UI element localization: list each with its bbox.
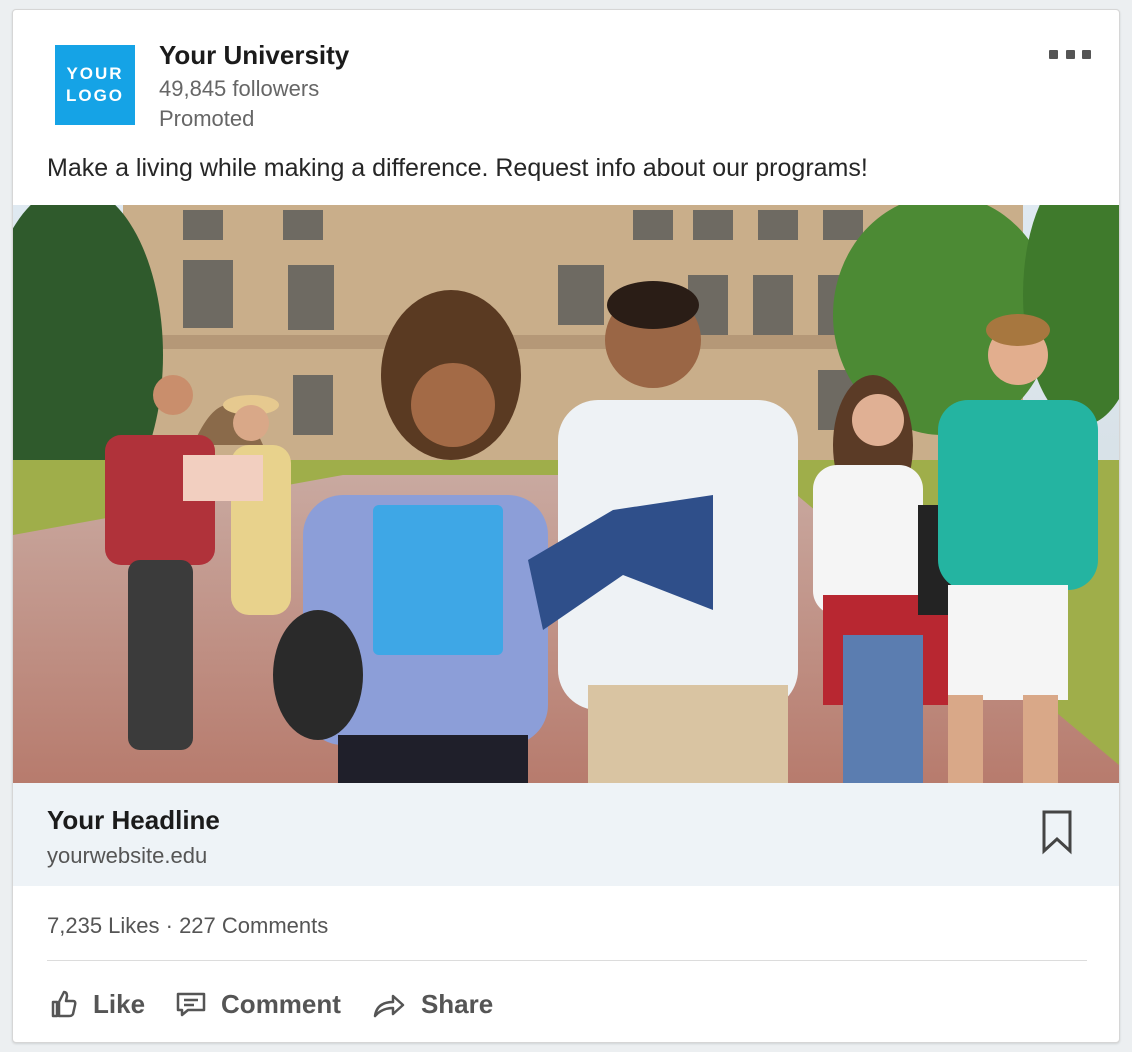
social-counts[interactable]: 7,235 Likes · 227 Comments [47,913,328,939]
post-text: Make a living while making a difference.… [47,154,868,182]
like-button[interactable]: Like [47,988,145,1020]
promoted-label: Promoted [159,106,255,131]
more-dot-icon [1049,50,1058,59]
comment-icon [176,992,206,1017]
thumbs-up-icon [51,990,77,1018]
campus-photo [13,205,1119,783]
more-dot-icon [1082,50,1091,59]
company-name[interactable]: Your University [159,40,349,71]
divider [47,960,1087,961]
share-label: Share [420,988,494,1019]
sponsored-post-card: YOUR LOGO Your University 49,845 followe… [12,9,1120,1043]
share-icon [373,994,405,1018]
more-dot-icon [1065,50,1075,59]
bookmark-icon[interactable] [1041,809,1073,855]
share-button[interactable]: Share [371,988,493,1020]
logo-line2: LOGO [65,86,125,105]
post-image[interactable] [13,205,1119,783]
logo-line1: YOUR [66,64,124,83]
more-options-button[interactable] [1049,50,1091,62]
action-bar: Like Comment Share [47,982,523,1026]
link-headline[interactable]: Your Headline [47,805,220,836]
followers-count: 49,845 followers [159,76,320,101]
link-website: yourwebsite.edu [47,843,208,868]
link-preview[interactable]: Your Headline yourwebsite.edu [13,783,1119,886]
like-label: Like [93,988,146,1019]
comment-button[interactable]: Comment [175,988,341,1020]
company-logo[interactable]: YOUR LOGO [55,45,135,125]
comment-label: Comment [221,988,341,1019]
